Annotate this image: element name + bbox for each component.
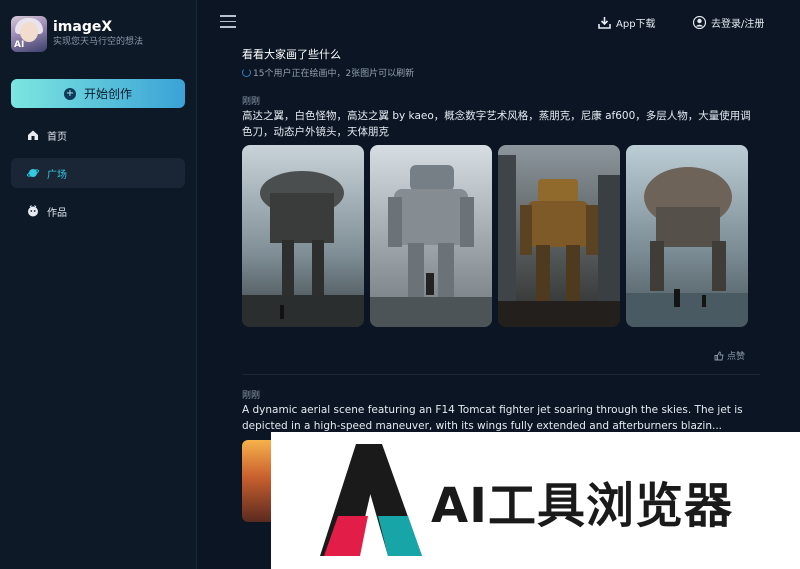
brand[interactable]: AI imageX 实现您天马行空的想法 xyxy=(11,16,143,52)
app-download-link[interactable]: App下载 xyxy=(598,15,656,30)
watermark-text: AI工具浏览器 xyxy=(431,478,734,534)
home-icon xyxy=(28,130,38,140)
post-gallery xyxy=(242,145,752,327)
watermark-banner: AI工具浏览器 xyxy=(271,432,800,569)
loading-spinner-icon xyxy=(242,68,251,77)
like-button[interactable]: 点赞 xyxy=(714,349,745,362)
sidebar-item-label: 广场 xyxy=(47,169,67,181)
start-create-label: 开始创作 xyxy=(83,87,132,101)
sidebar-item-plaza[interactable]: 广场 xyxy=(11,158,185,188)
like-label: 点赞 xyxy=(727,352,746,362)
user-icon xyxy=(693,16,706,29)
generated-image[interactable] xyxy=(498,145,620,327)
app-subtitle: 实现您天马行空的想法 xyxy=(53,37,144,47)
app-download-label: App下载 xyxy=(616,19,656,30)
feed-status: 15个用户正在绘画中，2张图片可以刷新 xyxy=(242,66,414,79)
download-icon xyxy=(598,16,611,29)
sidebar-item-label: 首页 xyxy=(47,131,67,143)
sidebar-item-label: 作品 xyxy=(47,207,67,219)
menu-icon[interactable] xyxy=(220,15,236,28)
post-prompt: A dynamic aerial scene featuring an F14 … xyxy=(242,404,743,432)
post-prompt: 高达之翼，白色怪物，高达之翼 by kaeo，概念数字艺术风格，蒸朋克，尼康 a… xyxy=(242,110,751,138)
login-label: 去登录/注册 xyxy=(711,19,765,30)
app-title: imageX xyxy=(53,19,113,35)
generated-image[interactable] xyxy=(626,145,748,327)
post-divider xyxy=(242,374,760,375)
planet-icon xyxy=(27,169,39,177)
sidebar-item-home[interactable]: 首页 xyxy=(11,120,185,150)
sidebar-item-works[interactable]: 作品 xyxy=(11,196,185,226)
sidebar-nav: 首页 广场 作品 xyxy=(11,120,185,234)
thumbs-up-icon xyxy=(714,351,724,360)
post-time: 刚刚 xyxy=(242,391,261,401)
start-create-button[interactable]: + 开始创作 xyxy=(11,79,185,108)
app-logo: AI xyxy=(11,16,47,52)
login-link[interactable]: 去登录/注册 xyxy=(693,15,764,30)
feed-title: 看看大家画了些什么 xyxy=(242,48,341,61)
works-icon xyxy=(28,205,38,217)
watermark-logo xyxy=(320,444,422,556)
generated-image[interactable] xyxy=(242,145,364,327)
plus-icon: + xyxy=(63,87,76,100)
generated-image[interactable] xyxy=(370,145,492,327)
sidebar: AI imageX 实现您天马行空的想法 + 开始创作 首页 广场 作品 xyxy=(0,0,197,569)
post-time: 刚刚 xyxy=(242,97,261,107)
